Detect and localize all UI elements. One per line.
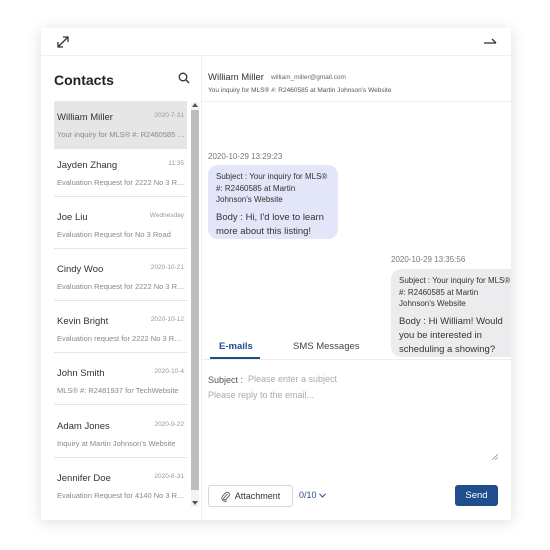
subject-input[interactable] xyxy=(248,372,488,386)
contacts-title: Contacts xyxy=(54,72,114,88)
contact-name: Cindy Woo xyxy=(57,264,104,275)
message-subject: Subject : Your inquiry for MLS® #: R2460… xyxy=(216,172,328,204)
contact-item-william-miller[interactable]: William Miller 2020-7-31 Your inquiry fo… xyxy=(54,101,187,149)
contact-name: Adam Jones xyxy=(57,421,110,432)
search-icon[interactable] xyxy=(178,72,190,84)
contact-date: 2020-8-31 xyxy=(154,473,184,480)
contact-preview: Your inquiry for MLS® #: R2460585 at Mar… xyxy=(57,130,185,139)
message-thread: 2020-10-29 13:29:23 Subject : Your inqui… xyxy=(202,102,511,357)
active-tab-indicator xyxy=(210,357,260,359)
message-subject: Subject : Your inquiry for MLS® #: R2460… xyxy=(399,276,511,308)
contact-date: 2020-10-21 xyxy=(150,264,184,271)
contact-preview: Evaluation Request for 4140 No 3 Road xyxy=(57,491,185,500)
message-timestamp: 2020-10-29 13:35:56 xyxy=(391,255,466,264)
expand-icon[interactable] xyxy=(56,35,70,49)
scrollbar-thumb[interactable] xyxy=(191,110,199,490)
contact-name: Jayden Zhang xyxy=(57,160,118,171)
attachment-counter[interactable]: 0/10 xyxy=(299,490,326,500)
contact-date: 2020-9-22 xyxy=(154,421,184,428)
contact-date: 2020-10-4 xyxy=(154,368,184,375)
message-timestamp: 2020-10-29 13:29:23 xyxy=(208,152,283,161)
scroll-down-icon[interactable] xyxy=(192,501,198,505)
contact-item-joe-liu[interactable]: Joe Liu Wednesday Evaluation Request for… xyxy=(54,201,187,249)
paperclip-icon xyxy=(221,491,230,502)
contact-preview: Inquiry at Martin Johnson's Website xyxy=(57,439,176,448)
tab-sms-messages[interactable]: SMS Messages xyxy=(293,341,360,352)
contact-item-john-smith[interactable]: John Smith 2020-10-4 MLS® #: R2481937 fo… xyxy=(54,357,187,405)
minimize-icon[interactable] xyxy=(483,36,497,46)
contact-item-jayden-zhang[interactable]: Jayden Zhang 11:35 Evaluation Request fo… xyxy=(54,149,187,197)
send-button[interactable]: Send xyxy=(455,485,498,506)
compose-footer: Attachment 0/10 Send xyxy=(202,479,511,520)
contact-item-adam-jones[interactable]: Adam Jones 2020-9-22 Inquiry at Martin J… xyxy=(54,410,187,458)
conversation-contact-name: William Miller xyxy=(208,72,264,83)
attachment-count: 0/10 xyxy=(299,490,317,500)
chevron-down-icon xyxy=(318,492,326,498)
contact-name: William Miller xyxy=(57,112,113,123)
contact-list: William Miller 2020-7-31 Your inquiry fo… xyxy=(54,101,188,517)
contact-list-scrollbar[interactable] xyxy=(191,102,199,507)
contacts-panel: Contacts William Miller 2020-7-31 Your i… xyxy=(41,56,202,520)
contacts-window: Contacts William Miller 2020-7-31 Your i… xyxy=(41,28,511,520)
email-compose: Subject : xyxy=(202,361,511,479)
contact-item-cindy-woo[interactable]: Cindy Woo 2020-10-21 Evaluation Request … xyxy=(54,253,187,301)
contact-name: Kevin Bright xyxy=(57,316,109,327)
contact-date: Wednesday xyxy=(149,212,184,219)
contact-name: Joe Liu xyxy=(57,212,88,223)
subject-label: Subject : xyxy=(208,375,244,385)
resize-handle-icon[interactable] xyxy=(492,454,498,460)
contact-preview: Evaluation Request for 2222 No 3 Road xyxy=(57,178,185,187)
channel-tabs: E-mails SMS Messages xyxy=(202,334,511,360)
tab-emails[interactable]: E-mails xyxy=(219,341,253,352)
email-body-input[interactable] xyxy=(208,390,498,460)
contact-date: 11:35 xyxy=(168,160,184,167)
message-body: Body : Hi, I'd love to learn more about … xyxy=(216,211,324,237)
contact-preview: Evaluation Request for No 3 Road xyxy=(57,230,171,239)
contact-item-kevin-bright[interactable]: Kevin Bright 2020-10-12 Evaluation reque… xyxy=(54,305,187,353)
contact-date: 2020-10-12 xyxy=(150,316,184,323)
conversation-subject: You inquiry for MLS® #: R2460585 at Mart… xyxy=(208,87,392,94)
contact-preview: Evaluation Request for 2222 No 3 Road xyxy=(57,282,185,291)
attachment-button[interactable]: Attachment xyxy=(208,485,293,507)
window-toolbar xyxy=(41,28,511,56)
contact-preview: MLS® #: R2481937 for TechWebsite xyxy=(57,386,179,395)
conversation-header: William Miller william_miller@gmail.com … xyxy=(202,56,511,102)
contact-name: Jennifer Doe xyxy=(57,473,111,484)
scroll-up-icon[interactable] xyxy=(192,103,198,107)
contact-date: 2020-7-31 xyxy=(154,112,184,119)
contact-name: John Smith xyxy=(57,368,105,379)
conversation-contact-email: william_miller@gmail.com xyxy=(271,74,346,81)
send-label: Send xyxy=(465,490,488,501)
received-message-bubble: Subject : Your inquiry for MLS® #: R2460… xyxy=(208,165,338,239)
attachment-label: Attachment xyxy=(234,491,281,501)
contact-item-jennifer-doe[interactable]: Jennifer Doe 2020-8-31 Evaluation Reques… xyxy=(54,462,187,510)
contact-preview: Evaluation request for 2222 No 3 Road xyxy=(57,334,185,343)
